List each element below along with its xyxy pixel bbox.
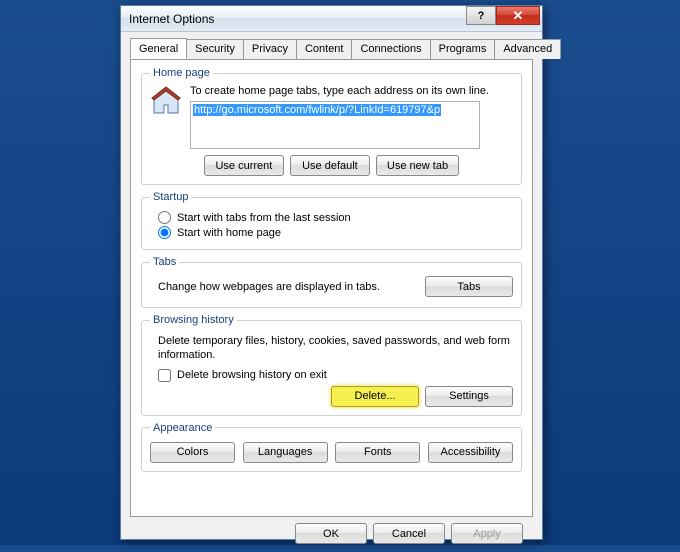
tab-general[interactable]: General (130, 38, 187, 59)
startup-group: Startup Start with tabs from the last se… (141, 191, 522, 250)
use-default-button[interactable]: Use default (290, 155, 370, 176)
browsing-history-group: Browsing history Delete temporary files,… (141, 314, 522, 416)
tab-privacy[interactable]: Privacy (243, 39, 297, 59)
startup-legend: Startup (150, 191, 191, 203)
history-text: Delete temporary files, history, cookies… (158, 334, 513, 363)
close-button[interactable]: ✕ (496, 6, 540, 25)
tab-content[interactable]: Content (296, 39, 353, 59)
tab-connections[interactable]: Connections (351, 39, 430, 59)
tabs-legend: Tabs (150, 256, 179, 268)
tab-programs[interactable]: Programs (430, 39, 496, 59)
colors-button[interactable]: Colors (150, 442, 235, 463)
settings-button[interactable]: Settings (425, 386, 513, 407)
tab-security[interactable]: Security (186, 39, 244, 59)
delete-button[interactable]: Delete... (331, 386, 419, 407)
startup-home-label: Start with home page (177, 227, 281, 239)
appearance-legend: Appearance (150, 422, 215, 434)
general-panel: Home page To create home page tabs, type… (130, 59, 533, 517)
tabs-group: Tabs Change how webpages are displayed i… (141, 256, 522, 308)
startup-last-label: Start with tabs from the last session (177, 212, 351, 224)
home-icon (150, 85, 182, 117)
tab-strip: General Security Privacy Content Connect… (130, 39, 533, 60)
appearance-group: Appearance Colors Languages Fonts Access… (141, 422, 522, 472)
languages-button[interactable]: Languages (243, 442, 328, 463)
history-legend: Browsing history (150, 314, 237, 326)
startup-last-session-radio[interactable]: Start with tabs from the last session (158, 211, 513, 224)
homepage-legend: Home page (150, 67, 213, 79)
use-new-tab-button[interactable]: Use new tab (376, 155, 459, 176)
tabs-text: Change how webpages are displayed in tab… (158, 281, 380, 293)
help-button[interactable]: ? (466, 6, 496, 25)
homepage-group: Home page To create home page tabs, type… (141, 67, 522, 185)
window-title: Internet Options (129, 12, 214, 26)
accessibility-button[interactable]: Accessibility (428, 442, 513, 463)
tabs-button[interactable]: Tabs (425, 276, 513, 297)
cancel-button[interactable]: Cancel (373, 523, 445, 544)
startup-home-page-radio[interactable]: Start with home page (158, 226, 513, 239)
homepage-instruction: To create home page tabs, type each addr… (190, 85, 513, 97)
use-current-button[interactable]: Use current (204, 155, 284, 176)
homepage-url-textarea[interactable]: http://go.microsoft.com/fwlink/p/?LinkId… (190, 101, 480, 149)
dialog-footer: OK Cancel Apply (130, 517, 533, 544)
titlebar[interactable]: Internet Options ? ✕ (121, 6, 542, 32)
apply-button[interactable]: Apply (451, 523, 523, 544)
delete-on-exit-checkbox[interactable]: Delete browsing history on exit (158, 369, 513, 382)
tab-advanced[interactable]: Advanced (494, 39, 561, 59)
fonts-button[interactable]: Fonts (335, 442, 420, 463)
ok-button[interactable]: OK (295, 523, 367, 544)
delete-on-exit-label: Delete browsing history on exit (177, 369, 327, 381)
internet-options-dialog: Internet Options ? ✕ General Security Pr… (120, 5, 543, 540)
